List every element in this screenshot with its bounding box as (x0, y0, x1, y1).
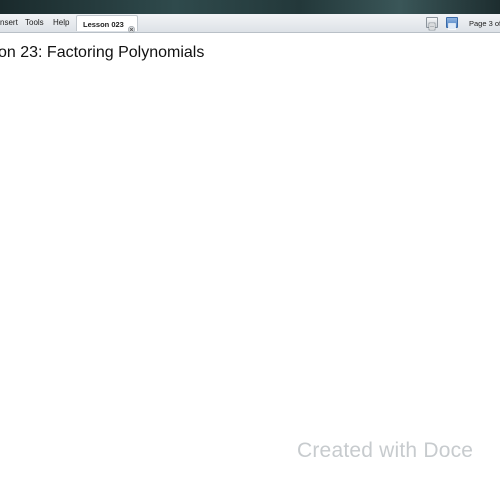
menu-toolbar: nsert Tools Help Lesson 023 Page 3 of (0, 14, 500, 34)
menu-insert[interactable]: nsert (0, 18, 18, 28)
menu-help[interactable]: Help (53, 18, 69, 28)
tab-label: Lesson 023 (83, 20, 124, 29)
tab-lesson-023[interactable]: Lesson 023 (76, 15, 138, 34)
document-canvas[interactable]: on 23: Factoring Polynomials Created wit… (0, 33, 500, 500)
page-title: on 23: Factoring Polynomials (0, 44, 205, 61)
slide-view-icon[interactable] (446, 17, 458, 30)
close-icon[interactable] (127, 20, 136, 34)
menu-tools[interactable]: Tools (25, 18, 44, 28)
watermark-text: Created with Doce (297, 439, 474, 462)
page-indicator: Page 3 of (469, 19, 500, 28)
window-titlebar (0, 0, 500, 14)
page-view-icon[interactable] (426, 17, 438, 31)
